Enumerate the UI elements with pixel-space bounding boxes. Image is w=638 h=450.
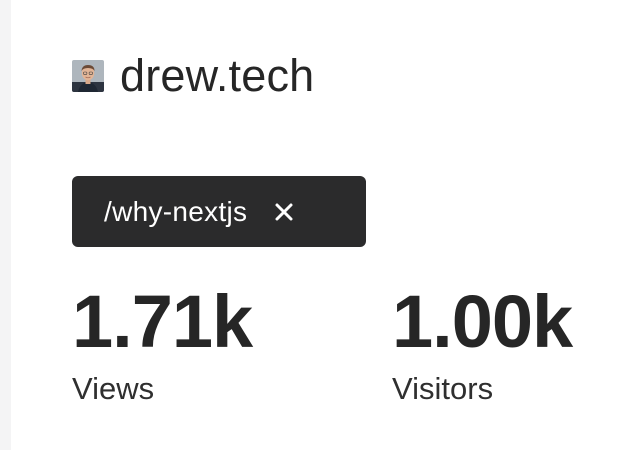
- page-filter-chip[interactable]: /why-nextjs: [72, 176, 366, 247]
- visitors-label: Visitors: [392, 371, 494, 406]
- visitors-value: 1.00k: [392, 280, 573, 363]
- visitors-stat: 1.00k Visitors: [392, 280, 573, 406]
- views-value: 1.71k: [72, 280, 253, 363]
- views-label: Views: [72, 371, 155, 406]
- user-avatar-icon: [72, 60, 104, 92]
- filter-path-label: /why-nextjs: [104, 195, 248, 227]
- views-stat: 1.71k Views: [72, 280, 253, 406]
- close-icon[interactable]: [271, 199, 297, 225]
- site-name: drew.tech: [120, 50, 315, 101]
- avatar: [72, 60, 104, 92]
- left-edge-panel: [0, 0, 11, 450]
- site-header: drew.tech: [72, 52, 314, 100]
